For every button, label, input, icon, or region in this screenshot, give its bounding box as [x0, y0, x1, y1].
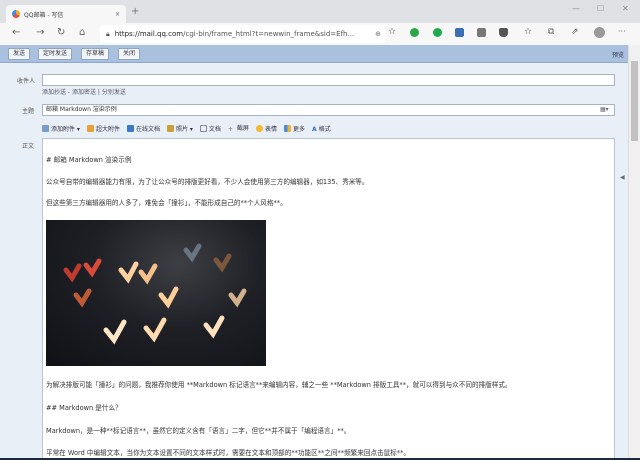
body-line: 公众号自带的编辑器能力有限，为了让公众号的排版更好看，不少人会使用第三方的编辑器…	[46, 178, 369, 186]
bokeh-image	[46, 220, 266, 366]
tab-bar: QQ邮箱 - 写信 × + — ☐ ✕	[0, 0, 640, 23]
format-icon: A	[311, 125, 317, 133]
emoji-button[interactable]: 表情	[255, 124, 277, 133]
emoji-icon	[255, 124, 263, 132]
to-label: 收件人	[17, 78, 36, 85]
photo-icon	[166, 124, 174, 132]
scheduled-send-button[interactable]: 定时发送	[38, 48, 73, 60]
compose-form: 收件人 添加抄送 - 添加密送 | 分别发送 主题 邮箱 Markdown 渲染…	[0, 63, 628, 458]
store-extension-icon[interactable]	[477, 28, 486, 37]
save-draft-button[interactable]: 存草稿	[81, 48, 110, 60]
body-line: Markdown，是一种**标记语言**，虽然它的定义含有「语言」二字，但它**…	[46, 427, 351, 435]
body-line: 但这些第三方编辑器用的人多了，难免会「撞衫」，不能形成自己的**个人风格**。	[46, 199, 287, 207]
body-line: 为解决排版可能「撞衫」的问题，我推荐你使用 **Markdown 标记语言**来…	[46, 381, 512, 389]
minimize-icon[interactable]: —	[572, 4, 580, 13]
subject-label: 主题	[22, 108, 35, 115]
recipient-links: 添加抄送 - 添加密送 | 分别发送	[42, 87, 126, 96]
collapse-sidebar-arrow-icon[interactable]: ◀	[620, 174, 625, 181]
tab-title: QQ邮箱 - 写信	[24, 11, 64, 19]
page-scrollbar[interactable]	[628, 45, 640, 458]
more-tools-icon	[283, 124, 291, 132]
scrollbar-thumb[interactable]	[631, 61, 638, 141]
forward-icon[interactable]: →	[36, 27, 44, 38]
compose-tools: 添加附件 ▾ 超大附件 在线文档 照片 ▾ 文档 + 截屏 表情 更多 A 格式	[42, 123, 331, 133]
more-tools-button[interactable]: 更多	[283, 124, 305, 133]
send-button[interactable]: 发送	[8, 48, 31, 60]
body-label: 正文	[22, 143, 35, 150]
large-attachment-button[interactable]: 超大附件	[86, 124, 120, 133]
close-button[interactable]: 关闭	[118, 48, 141, 60]
subject-input[interactable]: 邮箱 Markdown 渲染示例	[42, 104, 615, 116]
address-bar[interactable]: 🔒︎ https://mail.qq.com/cgi-bin/frame_htm…	[100, 25, 385, 43]
to-input[interactable]	[42, 74, 615, 86]
close-tab-icon[interactable]: ×	[115, 11, 120, 18]
qq-mail-favicon	[12, 10, 20, 18]
share-icon[interactable]: ⇗	[571, 27, 579, 37]
preview-link[interactable]: 预览	[612, 50, 624, 59]
more-menu-icon[interactable]: ···	[618, 27, 626, 36]
new-tab-button[interactable]: +	[131, 6, 139, 17]
online-doc-button[interactable]: 在线文档	[126, 124, 160, 133]
favorites-icon[interactable]: ☆	[524, 27, 532, 37]
home-icon[interactable]: ⌂	[79, 27, 85, 38]
body-line: 平常在 Word 中编辑文本，当你为文本设置不同的文本样式时，需要在文本和顶部的…	[46, 449, 411, 457]
add-cc-link[interactable]: 添加抄送	[42, 89, 66, 96]
lock-icon: 🔒︎	[106, 29, 110, 38]
separate-send-link[interactable]: 分别发送	[102, 89, 126, 96]
large-attachment-icon	[86, 124, 94, 132]
document-button[interactable]: 文档	[199, 124, 221, 133]
zoom-icon[interactable]: ⊕	[375, 30, 381, 38]
paperclip-icon	[42, 124, 49, 132]
url-path: /cgi-bin/frame_html?t=newwin_frame&sid=E…	[183, 30, 355, 38]
browser-window: QQ邮箱 - 写信 × + — ☐ ✕ ← → ↻ ⌂ 🔒︎ https://m…	[0, 0, 640, 458]
photo-button[interactable]: 照片 ▾	[166, 124, 193, 133]
screenshot-button[interactable]: + 截屏	[228, 123, 249, 133]
favorite-star-icon[interactable]: ☆	[388, 27, 396, 37]
refresh-icon[interactable]: ↻	[57, 27, 65, 38]
body-line: ## Markdown 是什么？	[46, 404, 122, 412]
subject-format-icon[interactable]: ▦▾	[600, 106, 609, 113]
body-line: # 邮箱 Markdown 渲染示例	[46, 156, 132, 164]
grid-extension-icon[interactable]	[455, 28, 464, 37]
add-bcc-link[interactable]: 添加密送	[72, 89, 96, 96]
add-attachment-button[interactable]: 添加附件 ▾	[42, 124, 80, 133]
shield-extension-icon[interactable]	[433, 28, 442, 37]
screenshot-icon: +	[227, 126, 233, 133]
back-icon[interactable]: ←	[12, 27, 20, 38]
compose-toolbar: 发送 定时发送 存草稿 关闭 预览	[0, 45, 640, 63]
document-icon	[199, 124, 207, 132]
maximize-icon[interactable]: ☐	[597, 4, 604, 13]
profile-avatar[interactable]	[594, 27, 605, 38]
url-domain: https://mail.qq.com	[114, 30, 184, 38]
collections-icon[interactable]: ⧉	[548, 27, 554, 37]
evernote-extension-icon[interactable]	[410, 28, 419, 37]
navigation-bar: ← → ↻ ⌂ 🔒︎ https://mail.qq.com/cgi-bin/f…	[0, 23, 640, 45]
body-editor[interactable]: # 邮箱 Markdown 渲染示例 公众号自带的编辑器能力有限，为了让公众号的…	[42, 138, 615, 458]
tab-qq-mail[interactable]: QQ邮箱 - 写信 ×	[6, 5, 126, 23]
format-button[interactable]: A 格式	[312, 124, 331, 133]
online-doc-icon	[126, 124, 134, 132]
close-window-icon[interactable]: ✕	[622, 4, 629, 13]
cat-extension-icon[interactable]	[499, 28, 508, 37]
